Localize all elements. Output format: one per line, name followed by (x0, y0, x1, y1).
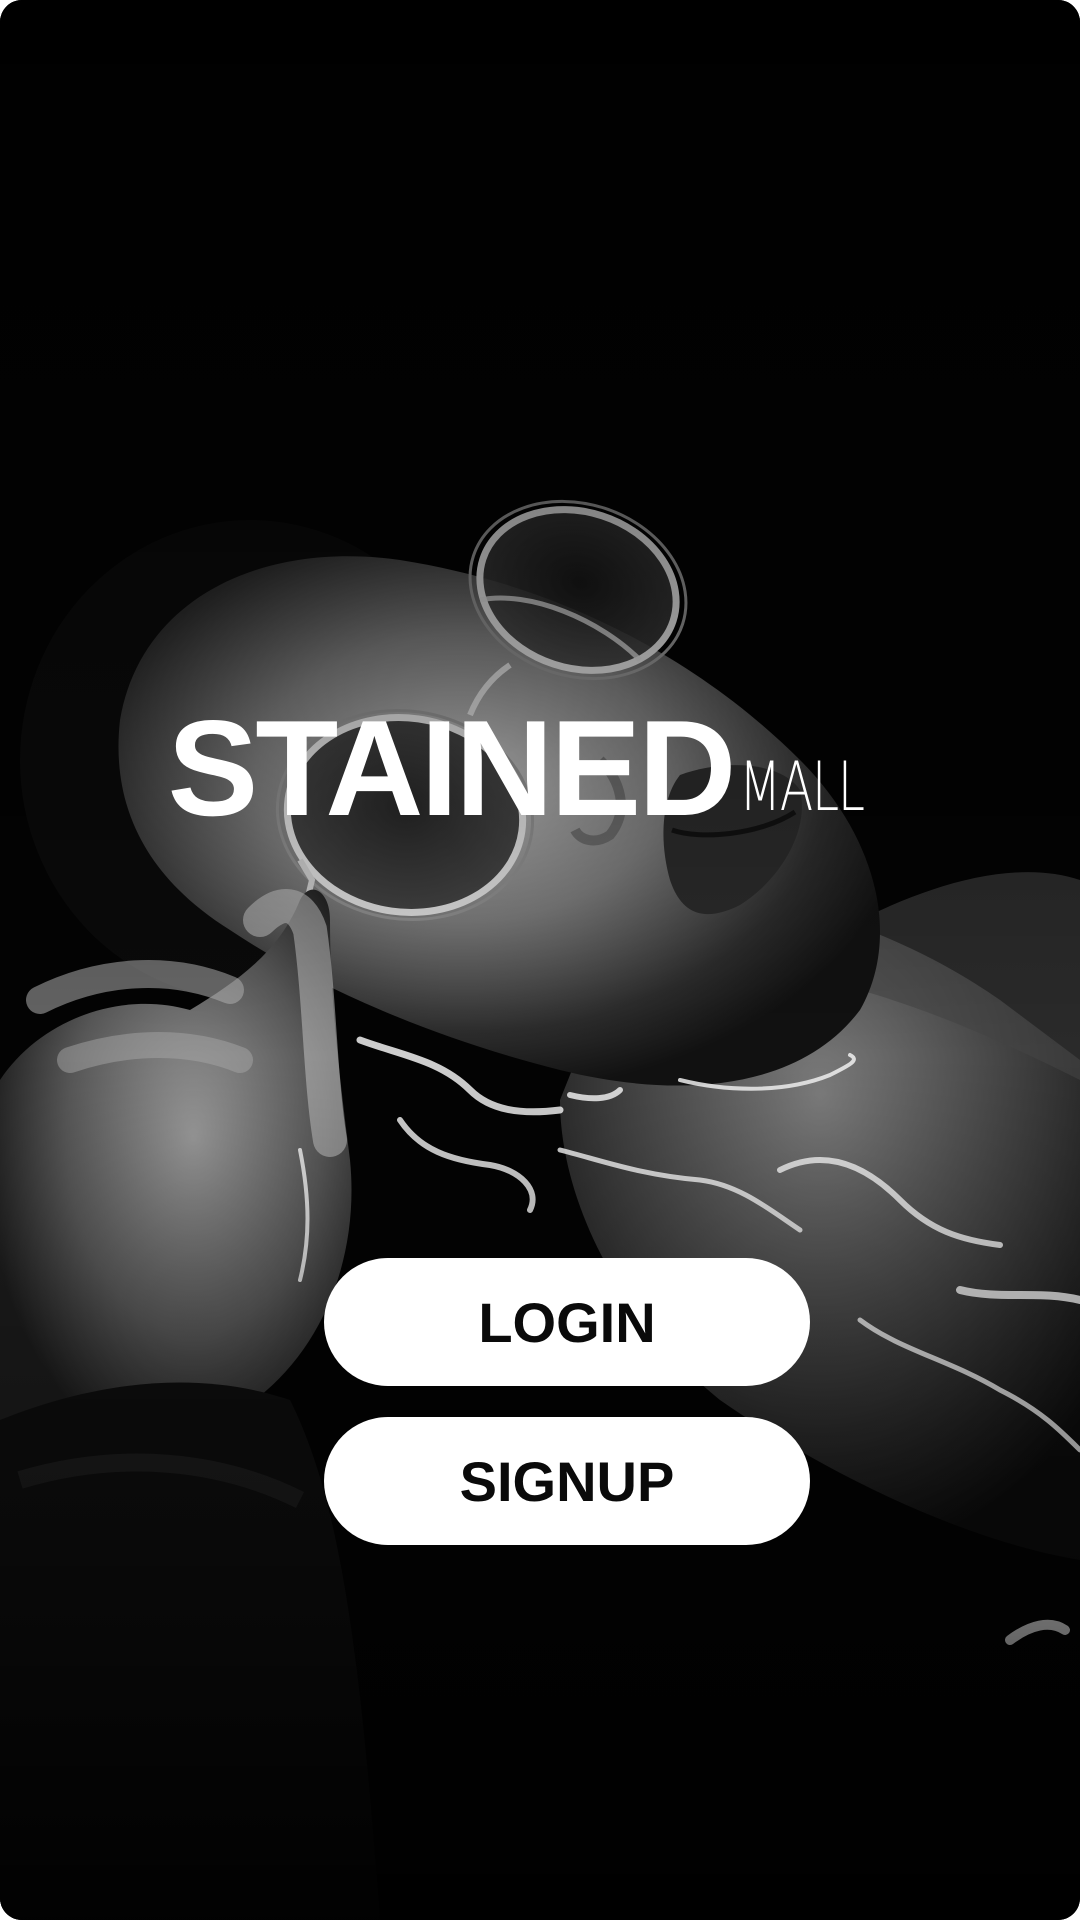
logo-primary-text: STAINED (167, 692, 737, 844)
app-logo: STAINEDMALL (0, 700, 1080, 836)
background-photo (0, 0, 1080, 1920)
splash-screen: STAINEDMALL LOGIN SIGNUP (0, 0, 1080, 1920)
login-button[interactable]: LOGIN (324, 1258, 810, 1386)
logo-secondary-text: MALL (739, 748, 865, 827)
signup-button[interactable]: SIGNUP (324, 1417, 810, 1545)
